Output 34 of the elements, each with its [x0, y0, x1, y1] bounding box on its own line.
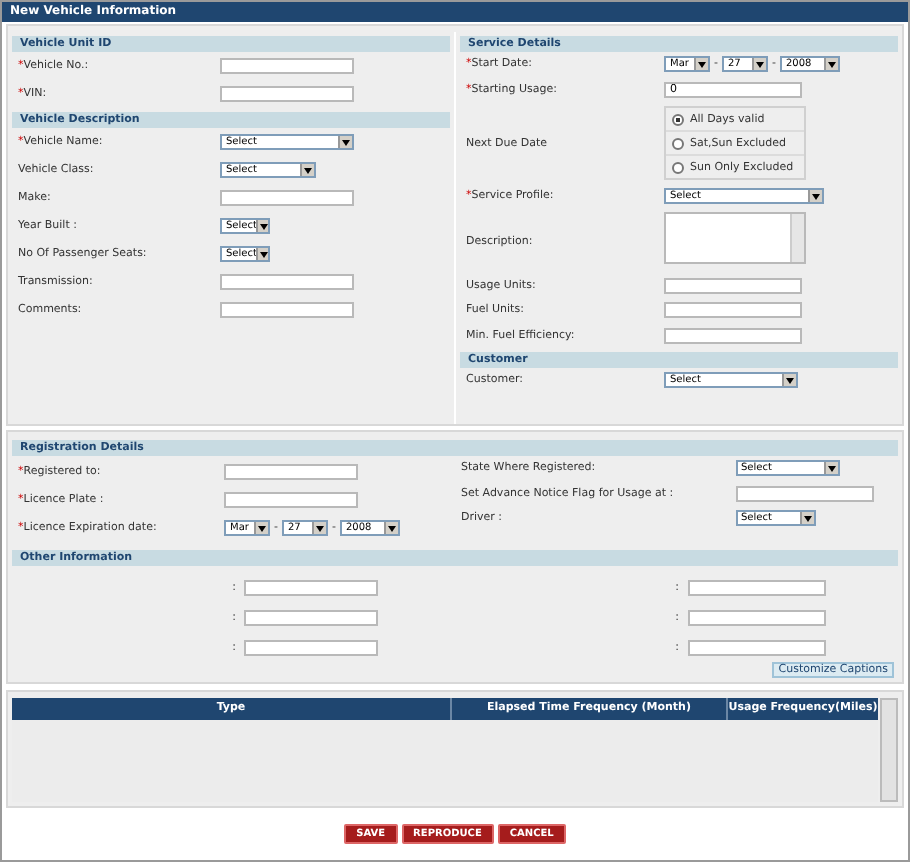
dropdown-arrow-icon	[300, 164, 314, 176]
dropdown-arrow-icon	[312, 522, 326, 534]
dropdown-arrow-icon	[254, 522, 268, 534]
scrollbar[interactable]	[880, 698, 898, 802]
text-field[interactable]	[244, 579, 378, 595]
dropdown-arrow-icon	[338, 136, 352, 148]
text-field[interactable]	[244, 609, 378, 625]
text-field[interactable]	[664, 327, 802, 344]
text-area[interactable]	[664, 211, 806, 263]
text-field[interactable]	[687, 609, 825, 625]
text-field[interactable]	[735, 485, 873, 502]
text-field[interactable]	[220, 274, 354, 290]
scrollbar[interactable]	[790, 213, 804, 261]
text-field[interactable]	[664, 302, 802, 319]
dropdown-arrow-icon	[823, 462, 837, 475]
dropdown-arrow-icon	[799, 512, 813, 525]
dropdown-arrow-icon	[752, 58, 766, 71]
text-field[interactable]	[687, 639, 825, 655]
text-field[interactable]	[220, 302, 354, 318]
text-field[interactable]	[687, 579, 825, 595]
dropdown-arrow-icon	[256, 248, 268, 260]
text-field[interactable]	[220, 190, 354, 206]
dropdown-arrow-icon	[782, 374, 796, 387]
dropdown-arrow-icon	[694, 58, 708, 71]
text-field[interactable]	[220, 86, 354, 102]
text-field[interactable]	[220, 58, 354, 74]
dropdown-arrow-icon	[384, 522, 398, 534]
dropdown-arrow-icon	[256, 220, 268, 232]
text-field[interactable]	[244, 639, 378, 655]
text-field[interactable]	[664, 277, 802, 294]
dropdown-arrow-icon	[808, 190, 822, 203]
dropdown-arrow-icon	[824, 58, 838, 71]
text-field[interactable]	[224, 492, 358, 508]
text-field[interactable]	[224, 464, 358, 480]
